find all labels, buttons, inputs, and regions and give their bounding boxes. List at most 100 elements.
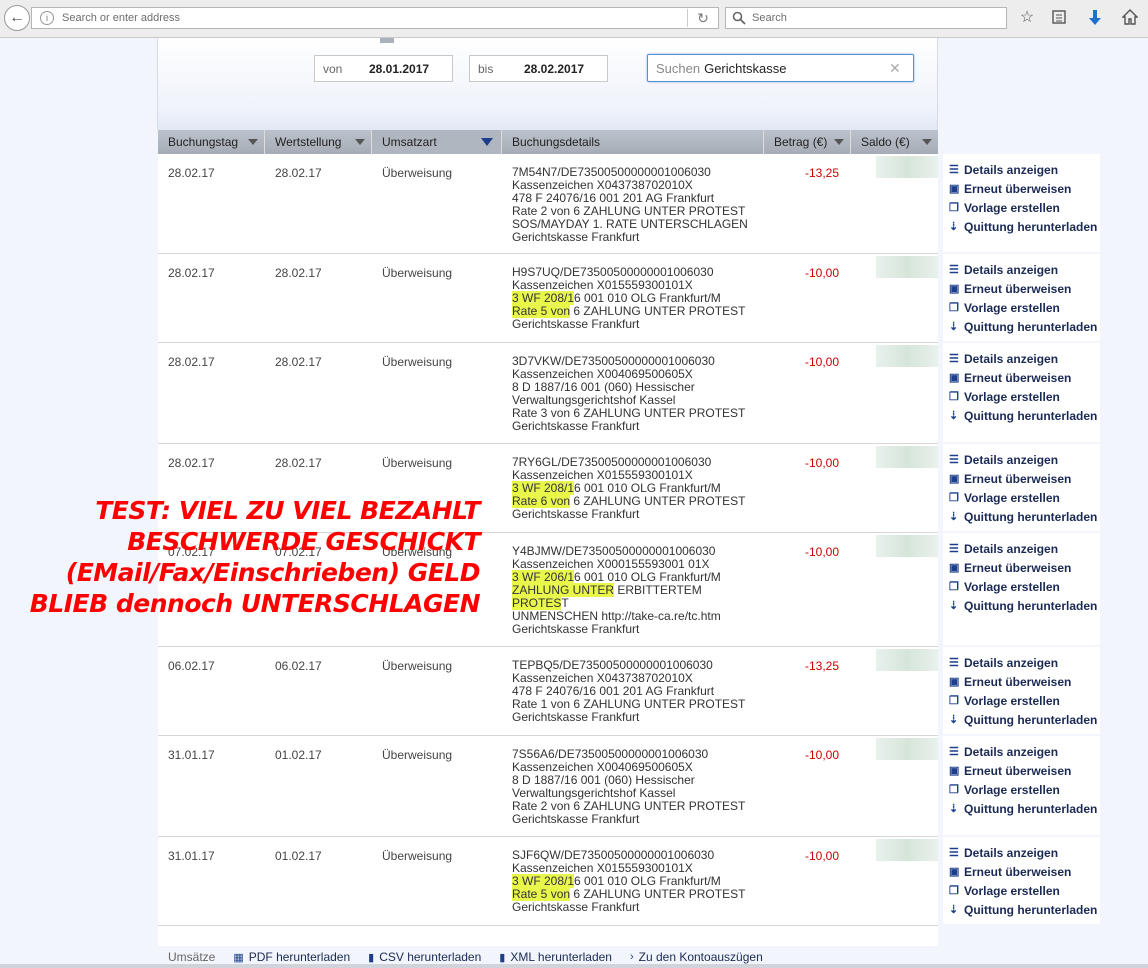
wertstellung-cell: 28.02.17 — [275, 266, 322, 280]
row-actions: ☰ Details anzeigen ▣ Erneut überweisen ❐ Vorl… — [943, 254, 1100, 341]
betrag-cell: -10,00 — [805, 456, 840, 470]
buchungstag-cell: 28.02.17 — [168, 355, 215, 369]
address-placeholder: Search or enter address — [62, 12, 181, 24]
home-icon[interactable] — [1121, 9, 1139, 27]
transfer-icon: ▣ — [949, 472, 960, 485]
bookmark-star-icon[interactable]: ☆ — [1018, 9, 1036, 27]
date-from-field[interactable]: von 28.01.2017 — [314, 55, 453, 82]
transfer-icon: ▣ — [949, 865, 960, 878]
download-icon: ⇣ — [949, 320, 959, 333]
create-template-button[interactable]: ❐ Vorlage erstellen — [949, 577, 1100, 596]
xml-download-link[interactable]: ▮ XML herunterladen — [499, 950, 612, 964]
details-button[interactable]: ☰ Details anzeigen — [949, 653, 1100, 672]
transfer-again-button[interactable]: ▣ Erneut überweisen — [949, 368, 1100, 387]
transaction-search-input[interactable]: Suchen Gerichtskasse ✕ — [647, 54, 914, 82]
create-template-button[interactable]: ❐ Vorlage erstellen — [949, 691, 1100, 710]
receipt-download-button[interactable]: ⇣ Quittung herunterladen — [949, 710, 1100, 729]
wertstellung-cell: 01.02.17 — [275, 849, 322, 863]
col-umsatzart[interactable]: Umsatzart — [372, 130, 502, 154]
column-label: Umsatzart — [382, 135, 437, 149]
details-text: ERBITTERTEM — [614, 583, 702, 597]
details-icon: ☰ — [949, 453, 959, 466]
receipt-download-button[interactable]: ⇣ Quittung herunterladen — [949, 406, 1100, 425]
col-saldo[interactable]: Saldo (€) — [851, 130, 938, 154]
action-label: Erneut überweisen — [964, 181, 1072, 196]
create-template-button[interactable]: ❐ Vorlage erstellen — [949, 881, 1100, 900]
create-template-button[interactable]: ❐ Vorlage erstellen — [949, 488, 1100, 507]
buchungsdetails-cell: 7S56A6/DE73500500000001006030 Kassenzeich… — [512, 748, 745, 826]
info-icon[interactable]: i — [40, 11, 54, 25]
statements-link[interactable]: › Zu den Kontoauszügen — [630, 950, 763, 964]
reload-icon[interactable]: ↻ — [688, 10, 718, 27]
buchungstag-cell: 28.02.17 — [168, 266, 215, 280]
receipt-download-button[interactable]: ⇣ Quittung herunterladen — [949, 799, 1100, 818]
reading-list-icon[interactable] — [1050, 9, 1068, 27]
transfer-again-button[interactable]: ▣ Erneut überweisen — [949, 558, 1100, 577]
details-button[interactable]: ☰ Details anzeigen — [949, 260, 1100, 279]
buchungsdetails-cell: 7RY6GL/DE73500500000001006030 Kassenzeich… — [512, 456, 745, 521]
create-template-button[interactable]: ❐ Vorlage erstellen — [949, 387, 1100, 406]
details-button[interactable]: ☰ Details anzeigen — [949, 742, 1100, 761]
csv-download-link[interactable]: ▮ CSV herunterladen — [368, 950, 481, 964]
details-button[interactable]: ☰ Details anzeigen — [949, 843, 1100, 862]
transfer-again-button[interactable]: ▣ Erneut überweisen — [949, 469, 1100, 488]
action-label: Erneut überweisen — [964, 281, 1072, 296]
betrag-cell: -13,25 — [805, 659, 840, 673]
column-label: Betrag (€) — [774, 135, 828, 149]
details-button[interactable]: ☰ Details anzeigen — [949, 160, 1100, 179]
transfer-icon: ▣ — [949, 182, 960, 195]
table-row[interactable]: 28.02.17 28.02.17 Überweisung H9S7UQ/DE7350… — [158, 254, 938, 343]
details-icon: ☰ — [949, 656, 959, 669]
create-template-button[interactable]: ❐ Vorlage erstellen — [949, 198, 1100, 217]
clear-icon[interactable]: ✕ — [889, 60, 913, 77]
details-line: Gerichtskasse Frankfurt — [512, 812, 640, 826]
details-button[interactable]: ☰ Details anzeigen — [949, 539, 1100, 558]
table-row[interactable]: 28.02.17 28.02.17 Überweisung 3D7VKW/DE7350… — [158, 343, 938, 444]
action-label: Vorlage erstellen — [964, 200, 1060, 215]
create-template-button[interactable]: ❐ Vorlage erstellen — [949, 780, 1100, 799]
browser-search-input[interactable]: Search — [725, 7, 1007, 29]
receipt-download-button[interactable]: ⇣ Quittung herunterladen — [949, 507, 1100, 526]
pdf-download-link[interactable]: ▦ PDF herunterladen — [233, 950, 350, 964]
create-template-button[interactable]: ❐ Vorlage erstellen — [949, 298, 1100, 317]
transfer-again-button[interactable]: ▣ Erneut überweisen — [949, 862, 1100, 881]
receipt-download-button[interactable]: ⇣ Quittung herunterladen — [949, 317, 1100, 336]
search-prefix: Suchen — [656, 60, 701, 76]
umsatzart-cell: Überweisung — [382, 659, 453, 673]
download-icon[interactable] — [1086, 9, 1104, 27]
table-row[interactable]: 28.02.17 28.02.17 Überweisung 7M54N7/DE7350… — [158, 154, 938, 254]
betrag-cell: -10,00 — [805, 355, 840, 369]
betrag-cell: -10,00 — [805, 266, 840, 280]
buchungstag-cell: 31.01.17 — [168, 849, 215, 863]
table-row[interactable]: 31.01.17 01.02.17 Überweisung SJF6QW/DE7350… — [158, 837, 938, 926]
back-button[interactable]: ← — [4, 5, 30, 31]
wertstellung-cell: 28.02.17 — [275, 456, 322, 470]
buchungsdetails-cell: H9S7UQ/DE73500500000001006030 Kassenzeich… — [512, 266, 745, 331]
transfer-again-button[interactable]: ▣ Erneut überweisen — [949, 279, 1100, 298]
details-line: Gerichtskasse Frankfurt — [512, 419, 640, 433]
col-wertstellung[interactable]: Wertstellung — [265, 130, 372, 154]
highlighted-text: 3 WF 206/1 — [512, 570, 575, 584]
details-button[interactable]: ☰ Details anzeigen — [949, 450, 1100, 469]
col-buchungsdetails[interactable]: Buchungsdetails — [502, 130, 764, 154]
link-label: PDF herunterladen — [248, 950, 351, 964]
table-row[interactable]: 31.01.17 01.02.17 Überweisung 7S56A6/DE7350… — [158, 736, 938, 837]
download-icon: ⇣ — [949, 713, 959, 726]
transfer-again-button[interactable]: ▣ Erneut überweisen — [949, 672, 1100, 691]
transfer-icon: ▣ — [949, 675, 960, 688]
table-row[interactable]: 06.02.17 06.02.17 Überweisung TEPBQ5/DE7350… — [158, 647, 938, 736]
receipt-download-button[interactable]: ⇣ Quittung herunterladen — [949, 596, 1100, 615]
template-icon: ❐ — [949, 301, 959, 314]
col-buchungstag[interactable]: Buchungstag — [158, 130, 265, 154]
transfer-again-button[interactable]: ▣ Erneut überweisen — [949, 761, 1100, 780]
action-label: Details anzeigen — [964, 845, 1059, 860]
receipt-download-button[interactable]: ⇣ Quittung herunterladen — [949, 217, 1100, 236]
date-to-field[interactable]: bis 28.02.2017 — [469, 55, 608, 82]
details-button[interactable]: ☰ Details anzeigen — [949, 349, 1100, 368]
details-icon: ☰ — [949, 163, 959, 176]
transfer-again-button[interactable]: ▣ Erneut überweisen — [949, 179, 1100, 198]
address-bar[interactable]: i Search or enter address ↻ — [31, 7, 719, 29]
action-label: Vorlage erstellen — [964, 782, 1060, 797]
receipt-download-button[interactable]: ⇣ Quittung herunterladen — [949, 900, 1100, 919]
col-betrag[interactable]: Betrag (€) — [764, 130, 851, 154]
